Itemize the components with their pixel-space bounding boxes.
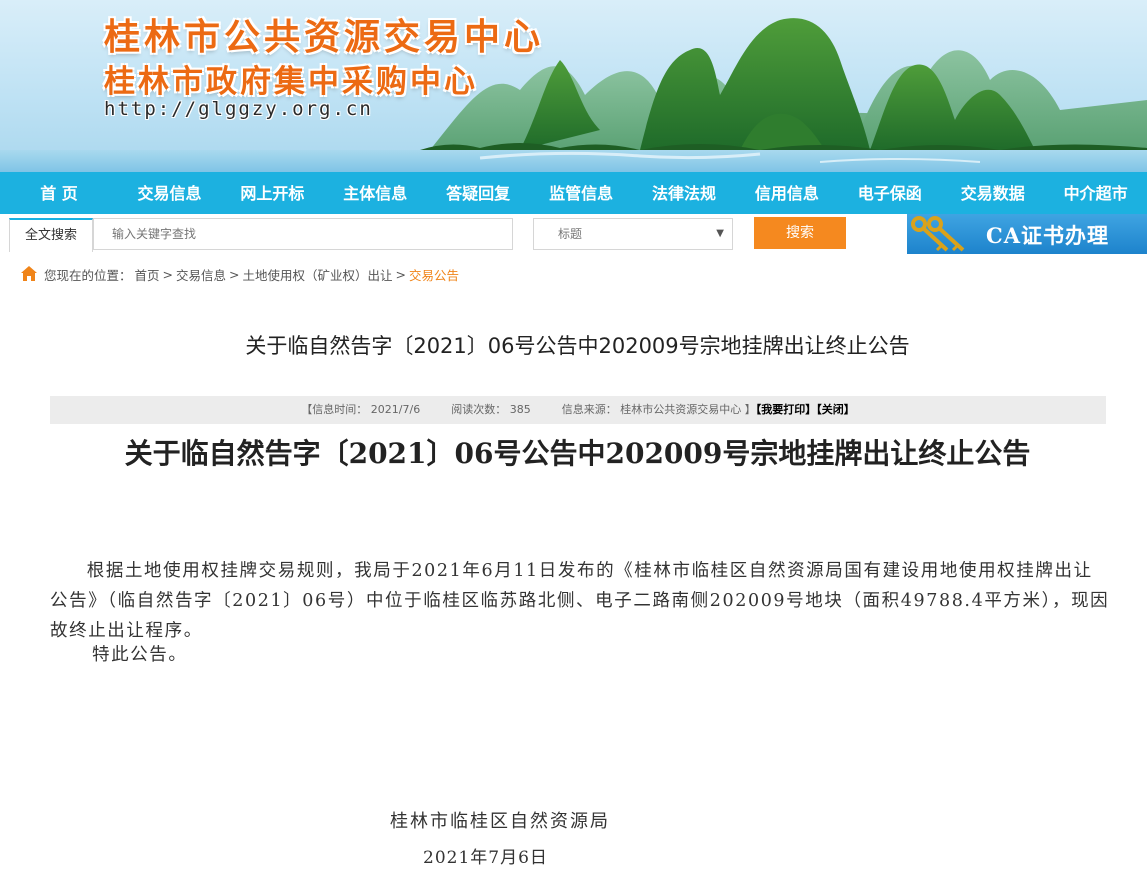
nav-item-agency-market[interactable]: 中介超市 xyxy=(1044,172,1147,214)
info-source-label: 信息来源： xyxy=(561,403,617,416)
home-icon xyxy=(21,266,37,281)
breadcrumb-item-home[interactable]: 首页 xyxy=(135,265,160,284)
main-nav: 首 页 交易信息 网上开标 主体信息 答疑回复 监管信息 法律法规 信用信息 电… xyxy=(0,172,1147,214)
search-field-select[interactable]: 标题 ▼ xyxy=(533,218,733,250)
breadcrumb-separator: > xyxy=(229,266,240,282)
info-date: 2021/7/6 xyxy=(370,403,421,416)
keys-icon xyxy=(911,216,965,252)
nav-item-supervision[interactable]: 监管信息 xyxy=(530,172,633,214)
ca-banner-label: CA证书办理 xyxy=(986,223,1110,248)
document-title: 关于临自然告字〔2021〕06号公告中202009号宗地挂牌出让终止公告 xyxy=(124,437,1031,470)
info-date-label: 【信息时间： xyxy=(301,403,368,416)
header-banner: 桂林市公共资源交易中心 桂林市政府集中采购中心 http://glggzy.or… xyxy=(0,0,1147,172)
breadcrumb-item-trade-info[interactable]: 交易信息 xyxy=(176,265,226,284)
document-closing: 特此公告。 xyxy=(92,645,188,665)
nav-item-e-guarantee[interactable]: 电子保函 xyxy=(838,172,941,214)
document-issuer: 桂林市临桂区自然资源局 xyxy=(390,811,610,832)
search-select-value: 标题 xyxy=(558,227,583,241)
nav-item-credit[interactable]: 信用信息 xyxy=(735,172,838,214)
nav-item-entity-info[interactable]: 主体信息 xyxy=(324,172,427,214)
breadcrumb-separator: > xyxy=(395,266,407,282)
ca-certificate-banner[interactable]: CA证书办理 xyxy=(907,214,1147,254)
breadcrumb-separator: > xyxy=(162,266,174,282)
site-title: 桂林市公共资源交易中心 xyxy=(104,17,545,58)
close-link[interactable]: 【关闭】 xyxy=(816,403,855,416)
info-source: 桂林市公共资源交易中心 xyxy=(620,403,742,416)
document-body: 根据土地使用权挂牌交易规则，我局于2021年6月11日发布的《桂林市临桂区自然资… xyxy=(50,561,1110,641)
breadcrumb-item-current[interactable]: 交易公告 xyxy=(409,265,459,284)
site-url: http://glggzy.org.cn xyxy=(104,98,373,120)
search-bar: 全文搜索 标题 ▼ 搜索 CA证书办理 xyxy=(0,214,1147,254)
breadcrumb: 您现在的位置： 首页 > 交易信息 > 土地使用权（矿业权）出让 > 交易公告 xyxy=(20,263,462,285)
fulltext-search-tab[interactable]: 全文搜索 xyxy=(9,218,93,252)
search-button[interactable]: 搜索 xyxy=(754,217,846,249)
nav-item-online-bid[interactable]: 网上开标 xyxy=(221,172,324,214)
article-title: 关于临自然告字〔2021〕06号公告中202009号宗地挂牌出让终止公告 xyxy=(245,334,910,358)
print-link[interactable]: 【我要打印】 xyxy=(756,403,817,416)
dropdown-arrow-icon: ▼ xyxy=(716,228,724,239)
site-subtitle: 桂林市政府集中采购中心 xyxy=(104,64,478,100)
nav-item-home[interactable]: 首 页 xyxy=(0,172,118,214)
nav-item-qa[interactable]: 答疑回复 xyxy=(427,172,530,214)
info-views: 385 xyxy=(509,403,531,416)
info-views-label: 阅读次数： xyxy=(451,403,507,416)
document-date: 2021年7月6日 xyxy=(423,848,548,868)
nav-item-trade-data[interactable]: 交易数据 xyxy=(941,172,1044,214)
article-info-bar: 【信息时间： 2021/7/6 阅读次数： 385 信息来源： 桂林市公共资源交… xyxy=(50,396,1106,424)
breadcrumb-prefix: 您现在的位置： xyxy=(44,267,132,283)
nav-item-trade-info[interactable]: 交易信息 xyxy=(118,172,221,214)
breadcrumb-item-land-transfer[interactable]: 土地使用权（矿业权）出让 xyxy=(243,265,393,284)
nav-item-laws[interactable]: 法律法规 xyxy=(633,172,736,214)
search-input[interactable] xyxy=(93,218,513,250)
info-close-bracket: 】 xyxy=(744,403,756,416)
